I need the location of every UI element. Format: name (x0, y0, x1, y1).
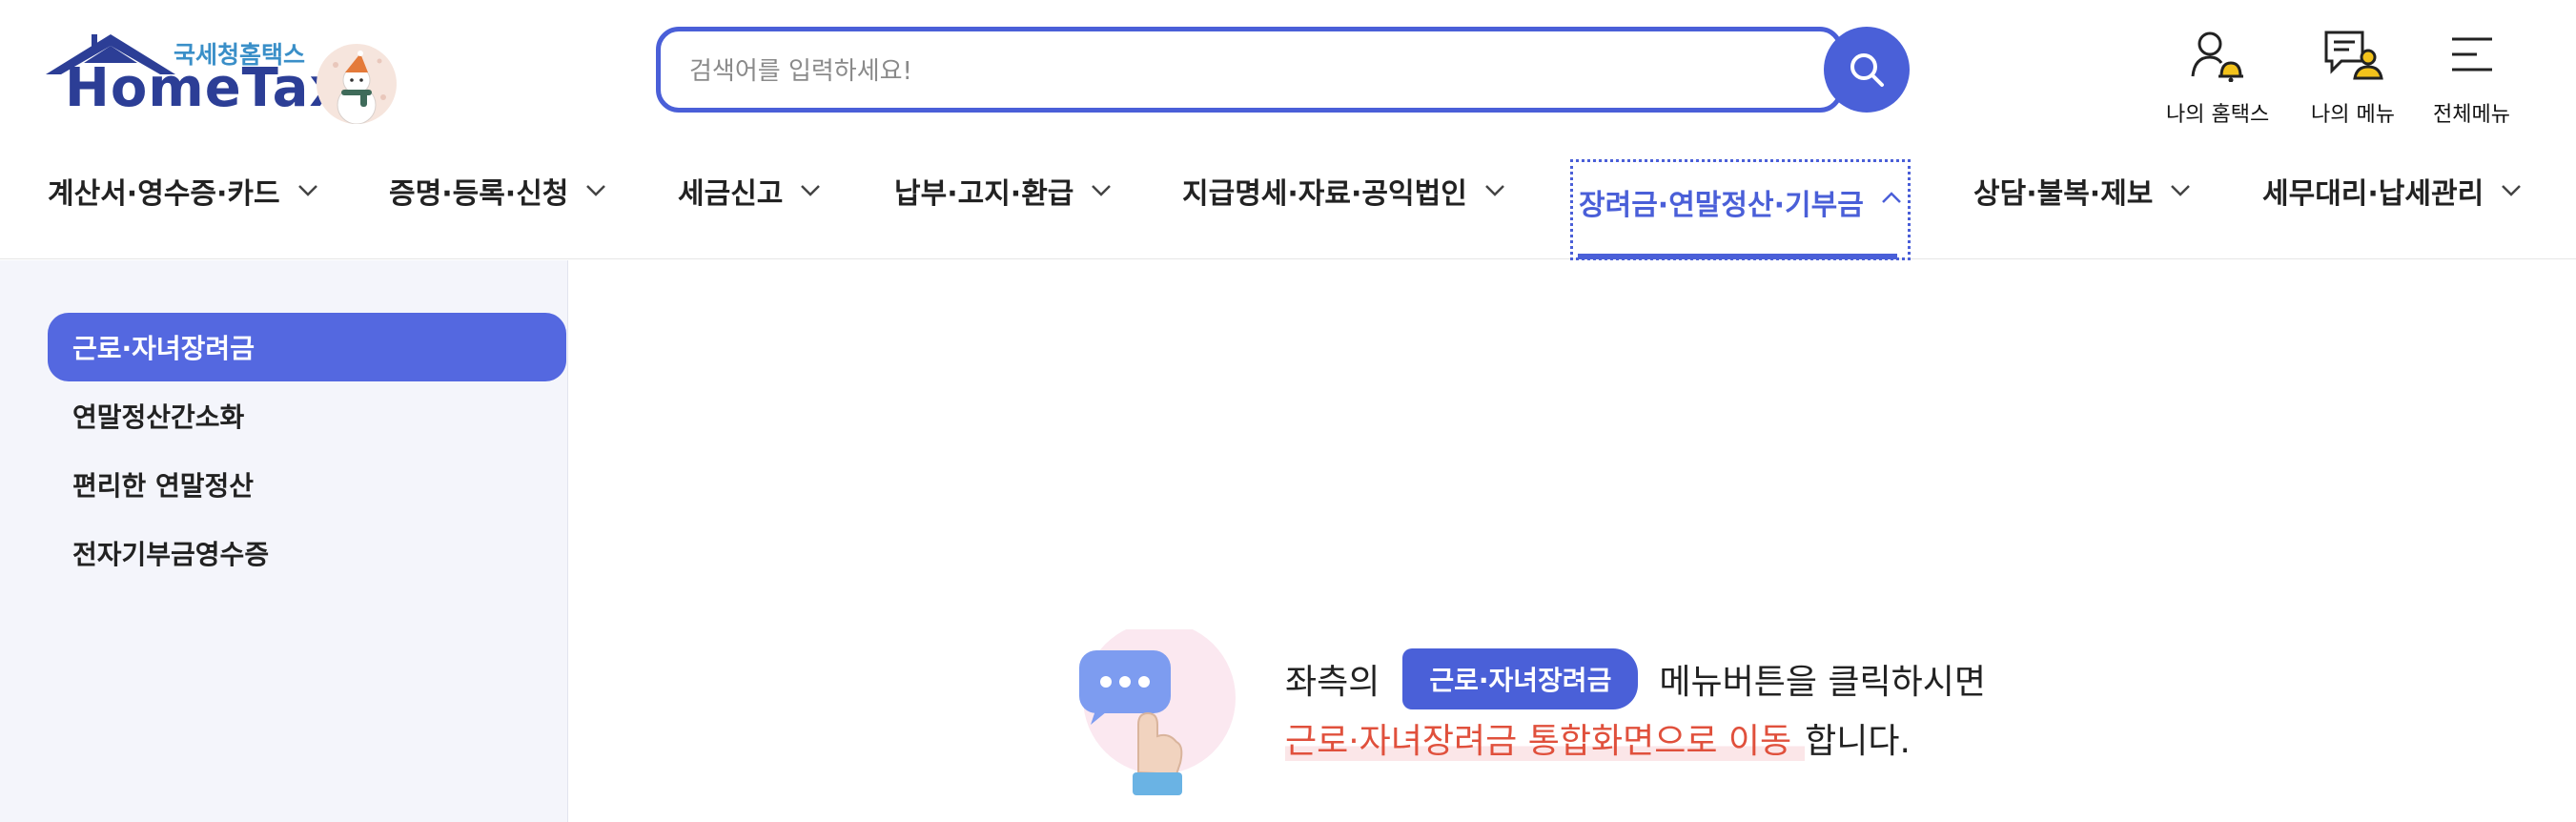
chevron-down-icon (800, 184, 821, 197)
search-box (656, 27, 1843, 113)
guide-highlight: 근로·자녀장려금 통합화면으로 이동 (1285, 722, 1806, 761)
my-hometax-label: 나의 홈택스 (2166, 103, 2270, 127)
my-menu-label: 나의 메뉴 (2311, 103, 2395, 127)
nav-item-invoice[interactable]: 계산서·영수증·카드 (48, 162, 318, 219)
main-nav: 계산서·영수증·카드 증명·등록·신청 세금신고 납부·고지·환급 지급명세·자… (0, 143, 2576, 260)
sidebar-item-earned-income-incentive[interactable]: 근로·자녀장려금 (48, 313, 566, 381)
chevron-up-icon (1881, 191, 1902, 204)
chevron-down-icon (1091, 184, 1112, 197)
guide-message-line2: 근로·자녀장려금 통합화면으로 이동 합니다. (1285, 713, 1911, 763)
nav-item-label: 장려금·연말정산·기부금 (1579, 189, 1864, 222)
doc-user-icon (2324, 31, 2383, 80)
guide-end: 합니다. (1805, 722, 1911, 761)
nav-item-incentive[interactable]: 장려금·연말정산·기부금 (1570, 159, 1911, 260)
my-hometax-button[interactable]: 나의 홈택스 (2166, 25, 2269, 128)
header: 국세청홈택스 HomeTax 검색어를 입력하세요! 나의 홈택스 나의 메뉴 … (0, 0, 2576, 143)
nav-item-agent[interactable]: 세무대리·납세관리 (2262, 162, 2522, 219)
chevron-down-icon (585, 184, 606, 197)
nav-item-label: 세무대리·납세관리 (2262, 177, 2484, 211)
nav-item-tax-report[interactable]: 세금신고 (678, 162, 821, 219)
search-bar (656, 27, 1910, 113)
sidebar-item-convenient-year-end[interactable]: 편리한 연말정산 (48, 450, 566, 519)
nav-item-payment[interactable]: 납부·고지·환급 (894, 162, 1112, 219)
guide-prefix: 좌측의 (1285, 663, 1380, 702)
search-button[interactable] (1824, 27, 1910, 113)
nav-item-certificate[interactable]: 증명·등록·신청 (389, 162, 606, 219)
nav-item-label: 지급명세·자료·공익법인 (1182, 177, 1467, 211)
all-menu-label: 전체메뉴 (2433, 103, 2510, 127)
search-icon (1850, 53, 1884, 87)
nav-item-label: 계산서·영수증·카드 (48, 177, 280, 211)
search-input[interactable] (689, 52, 1757, 91)
nav-item-consult[interactable]: 상담·불복·제보 (1973, 162, 2191, 219)
active-nav-indicator (1578, 254, 1897, 259)
hamburger-icon (2452, 37, 2493, 72)
nav-item-label: 세금신고 (678, 177, 784, 211)
chevron-down-icon (2170, 184, 2191, 197)
sidebar-item-year-end-simplified[interactable]: 연말정산간소화 (48, 381, 566, 450)
my-menu-button[interactable]: 나의 메뉴 (2311, 25, 2395, 128)
hand-click-illustration (1077, 622, 1239, 801)
user-bell-icon (2191, 31, 2244, 82)
chevron-down-icon (297, 184, 318, 197)
sidebar-item-label: 연말정산간소화 (72, 401, 245, 433)
nav-item-label: 상담·불복·제보 (1973, 177, 2154, 211)
guide-menu-badge: 근로·자녀장려금 (1402, 648, 1639, 709)
sidebar-item-label: 편리한 연말정산 (72, 470, 255, 502)
sidebar-item-label: 근로·자녀장려금 (72, 333, 255, 364)
nav-item-label: 증명·등록·신청 (389, 177, 569, 211)
nav-item-statement[interactable]: 지급명세·자료·공익법인 (1182, 162, 1505, 219)
sidebar-item-donation-receipt[interactable]: 전자기부금영수증 (48, 519, 566, 587)
guide-suffix: 메뉴버튼을 클릭하시면 (1659, 663, 1986, 702)
sidebar-item-label: 전자기부금영수증 (72, 539, 270, 570)
guide-message-line1: 좌측의 근로·자녀장려금 메뉴버튼을 클릭하시면 (1285, 648, 1986, 709)
all-menu-button[interactable]: 전체메뉴 (2433, 25, 2510, 128)
snowman-icon (317, 44, 397, 124)
hometax-logo[interactable]: 국세청홈택스 HomeTax (46, 29, 399, 124)
chevron-down-icon (1484, 184, 1505, 197)
sidebar: 근로·자녀장려금 연말정산간소화 편리한 연말정산 전자기부금영수증 (0, 260, 568, 822)
logo-title: HomeTax (65, 57, 345, 119)
nav-item-label: 납부·고지·환급 (894, 177, 1074, 211)
chevron-down-icon (2501, 184, 2522, 197)
